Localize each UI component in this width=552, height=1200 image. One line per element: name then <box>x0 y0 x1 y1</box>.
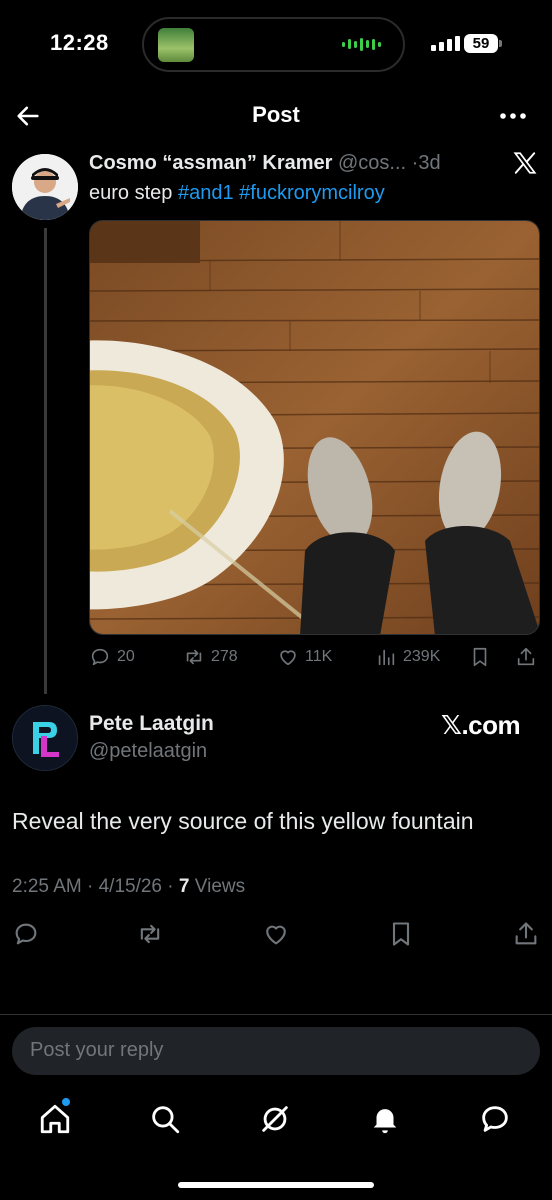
views-label[interactable]: Views <box>195 876 245 897</box>
view-count[interactable]: 7 <box>179 876 190 897</box>
post-time: 2:25 AM <box>12 876 82 897</box>
quoted-post-text: euro step #and1 #fuckrorymcilroy <box>89 182 385 205</box>
like-count: 11K <box>305 648 333 665</box>
post-media-image[interactable] <box>89 220 540 635</box>
more-options-icon[interactable] <box>498 102 528 130</box>
reply-icon <box>91 648 109 666</box>
dynamic-island[interactable] <box>142 17 405 72</box>
status-time: 12:28 <box>50 30 109 55</box>
post-age: 3d <box>418 152 441 174</box>
share-icon[interactable] <box>512 920 540 948</box>
post-meta: 2:25 AM · 4/15/26 · 7 Views <box>12 876 246 897</box>
view-count: 239K <box>403 648 441 665</box>
avatar[interactable] <box>12 705 78 771</box>
heart-icon <box>280 650 296 666</box>
reply-input[interactable]: Post your reply <box>12 1027 540 1075</box>
search-icon[interactable] <box>148 1102 182 1136</box>
now-playing-artwork <box>158 28 194 62</box>
notification-dot <box>62 1098 70 1106</box>
author-name[interactable]: Pete Laatgin <box>89 712 214 736</box>
audio-waveform-icon <box>342 37 381 51</box>
reply-button[interactable]: 20 <box>89 646 135 668</box>
thread-connector <box>44 228 47 694</box>
post-actions <box>0 920 552 950</box>
hashtag-link[interactable]: #and1 <box>178 182 234 204</box>
notifications-icon[interactable] <box>368 1102 402 1136</box>
post-body: euro step <box>89 182 173 204</box>
divider <box>0 1014 552 1015</box>
grok-icon[interactable] <box>258 1102 292 1136</box>
page-title: Post <box>252 102 300 127</box>
messages-icon[interactable] <box>478 1102 512 1136</box>
battery-indicator: 59 <box>464 34 498 53</box>
home-icon[interactable] <box>38 1102 72 1136</box>
repost-icon[interactable] <box>136 920 164 948</box>
reply-count: 20 <box>117 648 135 665</box>
hashtag-link[interactable]: #fuckrorymcilroy <box>239 182 385 204</box>
cellular-signal-icon <box>431 36 460 51</box>
repost-icon <box>186 649 202 665</box>
like-button[interactable]: 11K <box>277 646 332 668</box>
reply-placeholder: Post your reply <box>30 1039 164 1061</box>
quoted-post-header: Cosmo “assman” Kramer @cos... ·3d <box>89 152 441 175</box>
x-logo-icon <box>513 152 537 174</box>
brand-watermark: 𝕏.com <box>441 710 521 740</box>
battery-cap <box>499 40 502 47</box>
repost-count: 278 <box>211 648 238 665</box>
avatar[interactable] <box>12 154 78 220</box>
author-name[interactable]: Cosmo “assman” Kramer <box>89 152 332 174</box>
back-arrow-icon[interactable] <box>14 102 42 130</box>
heart-icon[interactable] <box>262 920 290 948</box>
bookmark-icon[interactable] <box>387 920 415 948</box>
reply-icon[interactable] <box>12 920 40 948</box>
repost-button[interactable]: 278 <box>183 646 238 668</box>
post-body: Reveal the very source of this yellow fo… <box>12 808 474 834</box>
post-date: 4/15/26 <box>98 876 163 897</box>
home-indicator[interactable] <box>178 1182 374 1188</box>
author-handle[interactable]: @petelaatgin <box>89 740 207 763</box>
bookmark-icon[interactable] <box>469 646 491 668</box>
analytics-icon <box>378 649 395 666</box>
views-button[interactable]: 239K <box>375 646 440 668</box>
share-icon[interactable] <box>515 646 537 668</box>
quoted-post-actions: 20 278 11K 239K <box>89 646 540 672</box>
author-handle[interactable]: @cos... <box>338 152 406 174</box>
